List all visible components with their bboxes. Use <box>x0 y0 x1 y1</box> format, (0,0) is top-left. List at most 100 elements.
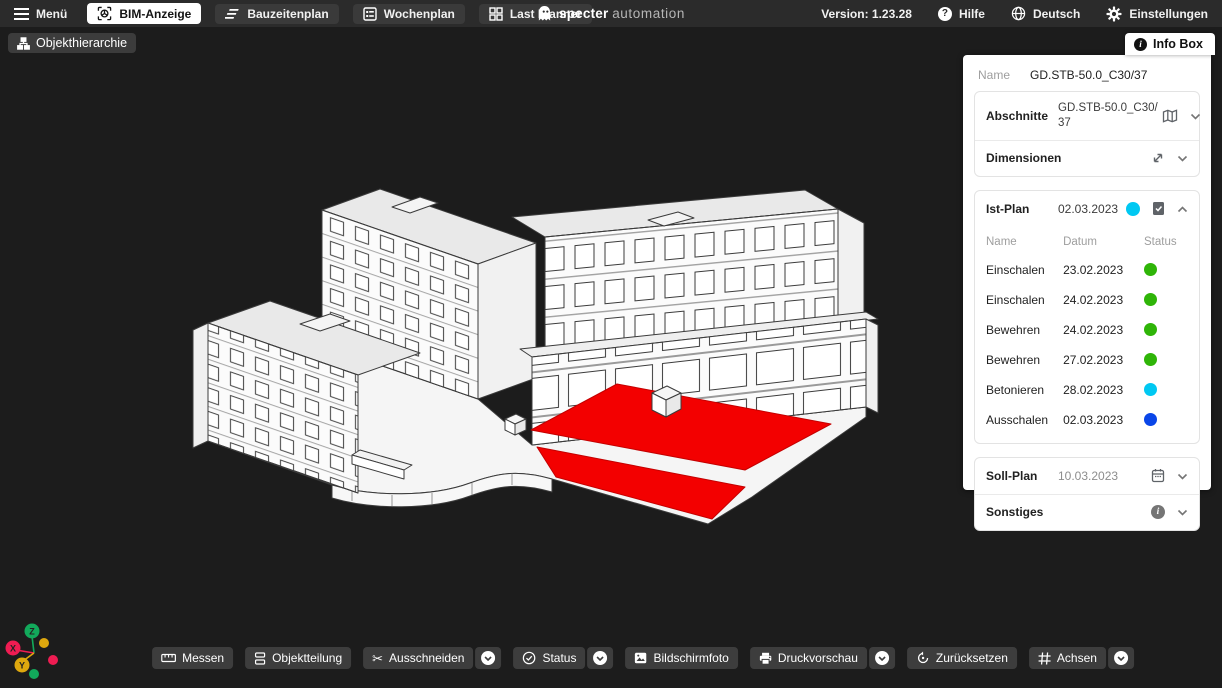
scissors-icon: ✂ <box>372 652 383 665</box>
print-dropdown-button[interactable] <box>869 647 895 669</box>
chevron-down-circle-icon <box>481 651 495 665</box>
object-hierarchy-label: Objekthierarchie <box>36 36 127 50</box>
help-button[interactable]: ? Hilfe <box>938 7 985 21</box>
abschnitte-row[interactable]: Abschnitte GD.STB-50.0_C30/37 <box>975 92 1199 140</box>
chevron-down-circle-icon <box>593 651 607 665</box>
status-button[interactable]: Status <box>513 647 585 669</box>
screenshot-icon <box>634 652 647 664</box>
logo-text-bold: specter <box>559 6 608 21</box>
gizmo-x-neg-dot[interactable] <box>48 655 58 665</box>
object-hierarchy-button[interactable]: Objekthierarchie <box>8 33 136 53</box>
table-row: Betonieren 28.02.2023 <box>986 375 1188 405</box>
status-check-icon <box>522 651 536 665</box>
axes-grid-icon <box>1038 652 1051 665</box>
ghost-logo-icon <box>537 5 552 22</box>
ist-plan-row[interactable]: Ist-Plan 02.03.2023 <box>975 191 1199 227</box>
status-label: Status <box>542 651 576 665</box>
dimensionen-label: Dimensionen <box>986 151 1058 165</box>
bim-viewport[interactable]: Objekthierarchie Z X Y i Info Box Name G… <box>0 27 1222 688</box>
chevron-down-icon[interactable] <box>1177 151 1188 165</box>
status-dot <box>1144 293 1157 306</box>
ist-plan-status-dot <box>1126 202 1140 216</box>
dimensionen-row[interactable]: Dimensionen <box>975 140 1199 176</box>
gizmo-z-axis[interactable]: Z <box>25 624 40 639</box>
version-label: Version: 1.23.28 <box>821 7 912 21</box>
table-header-row: Name Datum Status <box>986 229 1188 255</box>
app-logo: specter automation <box>537 5 685 22</box>
building-geometry <box>193 189 878 524</box>
chevron-down-circle-icon <box>875 651 889 665</box>
soll-plan-row[interactable]: Soll-Plan 10.03.2023 <box>975 458 1199 494</box>
status-dot <box>1144 413 1157 426</box>
object-split-label: Objektteilung <box>272 651 342 665</box>
status-dot <box>1144 323 1157 336</box>
cut-label: Ausschneiden <box>389 651 464 665</box>
chevron-down-icon[interactable] <box>1177 505 1188 519</box>
settings-button[interactable]: Einstellungen <box>1106 6 1208 22</box>
gizmo-y-neg-dot[interactable] <box>39 638 49 648</box>
abschnitte-value: GD.STB-50.0_C30/37 <box>1058 101 1162 131</box>
gizmo-z-neg-dot[interactable] <box>29 669 39 679</box>
hamburger-icon <box>14 8 29 20</box>
tab-label: Bauzeitenplan <box>247 7 328 21</box>
infobox-tab-label: Info Box <box>1153 37 1203 51</box>
weekplan-icon <box>363 7 377 21</box>
screenshot-button[interactable]: Bildschirmfoto <box>625 647 737 669</box>
object-split-button[interactable]: Objektteilung <box>245 647 351 669</box>
top-bar: Menü BIM-Anzeige Bauzeitenplan Wochenpla… <box>0 0 1222 27</box>
document-check-icon <box>1152 201 1165 216</box>
tab-bauzeitenplan[interactable]: Bauzeitenplan <box>215 4 338 24</box>
hierarchy-icon <box>17 37 30 50</box>
menu-label: Menü <box>36 7 67 21</box>
gizmo-x-axis[interactable]: X <box>6 641 21 656</box>
infobox-panel: Name GD.STB-50.0_C30/37 Abschnitte GD.ST… <box>963 55 1211 490</box>
logo-text-light: automation <box>612 6 685 21</box>
tab-label: BIM-Anzeige <box>119 7 191 21</box>
bim-view-icon <box>97 6 112 21</box>
tab-label: Wochenplan <box>384 7 455 21</box>
soll-plan-date: 10.03.2023 <box>1058 469 1151 483</box>
printer-icon <box>759 652 772 665</box>
status-dropdown-button[interactable] <box>587 647 613 669</box>
status-dot <box>1144 383 1157 396</box>
status-dot <box>1144 263 1157 276</box>
chevron-up-icon[interactable] <box>1177 202 1188 216</box>
reset-icon <box>916 651 930 665</box>
table-row: Ausschalen 02.03.2023 <box>986 405 1188 435</box>
soll-plan-label: Soll-Plan <box>986 469 1058 483</box>
chevron-down-icon[interactable] <box>1177 469 1188 483</box>
table-row: Bewehren 24.02.2023 <box>986 315 1188 345</box>
svg-text:X: X <box>10 643 16 653</box>
gear-icon <box>1106 6 1122 22</box>
sonstiges-row[interactable]: Sonstiges i <box>975 494 1199 530</box>
print-preview-button[interactable]: Druckvorschau <box>750 647 867 669</box>
tab-bim-anzeige[interactable]: BIM-Anzeige <box>87 3 201 24</box>
language-button[interactable]: Deutsch <box>1011 6 1080 21</box>
axes-gizmo[interactable]: Z X Y <box>2 605 82 685</box>
gizmo-y-axis[interactable]: Y <box>15 658 30 673</box>
cut-dropdown-button[interactable] <box>475 647 501 669</box>
ist-plan-table: Name Datum Status Einschalen 23.02.2023 … <box>975 227 1199 443</box>
axes-dropdown-button[interactable] <box>1108 647 1134 669</box>
cut-button[interactable]: ✂ Ausschneiden <box>363 647 473 669</box>
reset-button[interactable]: Zurücksetzen <box>907 647 1017 669</box>
info-icon: i <box>1134 38 1147 51</box>
axes-button[interactable]: Achsen <box>1029 647 1106 669</box>
table-row: Einschalen 24.02.2023 <box>986 285 1188 315</box>
name-value: GD.STB-50.0_C30/37 <box>1030 68 1147 82</box>
sonstiges-label: Sonstiges <box>986 505 1058 519</box>
chevron-down-icon[interactable] <box>1190 109 1201 123</box>
abschnitte-label: Abschnitte <box>986 109 1058 123</box>
status-dot <box>1144 353 1157 366</box>
ist-plan-date: 02.03.2023 <box>1058 202 1120 216</box>
grid-icon <box>489 7 503 21</box>
infobox-tab[interactable]: i Info Box <box>1125 33 1215 55</box>
chevron-down-circle-icon <box>1114 651 1128 665</box>
calendar-icon <box>1151 468 1165 483</box>
tab-wochenplan[interactable]: Wochenplan <box>353 4 465 24</box>
measure-button[interactable]: Messen <box>152 647 233 669</box>
object-split-icon <box>254 652 266 665</box>
svg-text:Z: Z <box>29 626 35 636</box>
menu-button[interactable]: Menü <box>14 7 67 21</box>
schedule-icon <box>225 8 240 20</box>
